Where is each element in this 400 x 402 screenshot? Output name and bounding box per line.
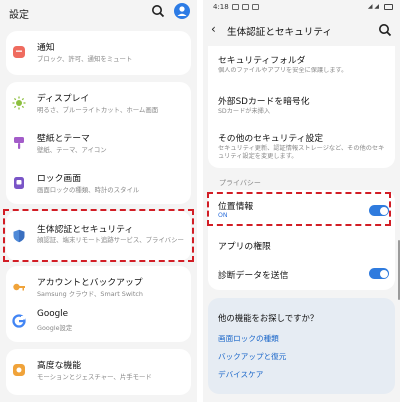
setting-secure-folder[interactable]: セキュリティフォルダ 個人のファイルやアプリを安全に保護します。	[208, 46, 395, 84]
item-subtitle: 壁紙、テーマ、アイコン	[37, 146, 107, 154]
page-title: 設定	[9, 10, 29, 21]
item-label: ディスプレイ	[37, 94, 90, 104]
highlight-frame	[3, 209, 194, 262]
setting-app-permissions[interactable]: アプリの権限	[208, 230, 395, 258]
gallery-icon	[242, 4, 249, 10]
google-icon	[12, 314, 26, 328]
link-backup-restore[interactable]: バックアップと復元	[218, 351, 286, 362]
diagnostics-toggle[interactable]	[369, 268, 389, 279]
settings-item-display[interactable]: ディスプレイ 明るさ、ブルーライトカット、ホーム画面	[6, 84, 191, 124]
item-subtitle: 個人のファイルやアプリを安全に保護します。	[218, 67, 348, 74]
brush-icon	[14, 137, 24, 149]
item-label: 外部SDカードを暗号化	[218, 97, 310, 107]
notification-icon	[232, 4, 239, 10]
item-label: 診断データを送信	[218, 271, 289, 281]
settings-item-notifications[interactable]: 通知 ブロック、許可、通知をミュート	[6, 33, 191, 73]
item-subtitle: Google設定	[37, 324, 73, 332]
suggestions-title: 他の機能をお探しですか？	[218, 313, 319, 323]
setting-other-security[interactable]: その他のセキュリティ設定 セキュリティ更新、認証情報ストレージなど、その他のセキ…	[208, 124, 395, 168]
highlight-frame	[207, 192, 391, 226]
search-icon[interactable]	[378, 23, 392, 37]
item-label: その他のセキュリティ設定	[218, 134, 324, 144]
lock-icon	[14, 177, 24, 189]
settings-top-bar: 設定	[0, 0, 197, 24]
card-accounts-group: アカウントとバックアップ Samsung クラウド、Smart Switch G…	[6, 266, 191, 342]
status-bar: 4:18 ◢ ◢	[203, 0, 400, 14]
image-icon	[252, 4, 259, 10]
settings-item-google[interactable]: Google Google設定	[6, 302, 191, 342]
item-label: 壁紙とテーマ	[37, 134, 90, 144]
setting-encrypt-sd[interactable]: 外部SDカードを暗号化 SDカードが未挿入	[208, 84, 395, 122]
item-label: ロック画面	[37, 174, 81, 184]
item-subtitle: セキュリティ更新、認証情報ストレージなど、その他のセキュリティ設定を変更します。	[218, 145, 385, 160]
card-notifications: 通知 ブロック、許可、通知をミュート	[6, 31, 191, 75]
item-subtitle: 画面ロックの種類、時計のスタイル	[37, 186, 140, 194]
back-arrow-icon[interactable]: ‹	[211, 22, 216, 36]
search-icon[interactable]	[151, 4, 165, 18]
item-subtitle: ブロック、許可、通知をミュート	[37, 55, 133, 63]
item-subtitle: Samsung クラウド、Smart Switch	[37, 290, 143, 298]
section-header-privacy: プライバシー	[219, 179, 261, 187]
item-subtitle: 明るさ、ブルーライトカット、ホーム画面	[37, 106, 159, 114]
card-security-options: セキュリティフォルダ 個人のファイルやアプリを安全に保護します。 外部SDカード…	[208, 46, 395, 168]
link-lock-screen-type[interactable]: 画面ロックの種類	[218, 333, 279, 344]
card-suggestions: 他の機能をお探しですか？ 画面ロックの種類 バックアップと復元 デバイスケア	[208, 298, 395, 394]
security-screen: 4:18 ◢ ◢ ‹ 生体認証とセキュリティ セキュリティフォルダ 個人のファイ…	[203, 0, 400, 402]
item-subtitle: モーションとジェスチャー、片手モード	[37, 373, 152, 381]
item-label: アプリの権限	[218, 242, 271, 252]
settings-item-lock-screen[interactable]: ロック画面 画面ロックの種類、時計のスタイル	[6, 164, 191, 204]
item-subtitle: SDカードが未挿入	[218, 108, 271, 115]
item-label: アカウントとバックアップ	[37, 278, 143, 288]
status-time: 4:18	[213, 3, 229, 11]
settings-screen: 設定 通知 ブロック、許可、通知をミュート ディスプレイ 明るさ、ブルーライトカ…	[0, 0, 197, 402]
item-label: 通知	[37, 43, 55, 53]
key-icon	[13, 283, 25, 291]
app-bar: ‹ 生体認証とセキュリティ	[203, 18, 400, 42]
settings-item-wallpaper[interactable]: 壁紙とテーマ 壁紙、テーマ、アイコン	[6, 124, 191, 164]
gear-icon	[13, 364, 25, 376]
setting-send-diagnostics[interactable]: 診断データを送信	[208, 260, 395, 288]
card-display-group: ディスプレイ 明るさ、ブルーライトカット、ホーム画面 壁紙とテーマ 壁紙、テーマ…	[6, 82, 191, 204]
sun-icon	[12, 96, 26, 110]
item-label: 高度な機能	[37, 361, 81, 371]
settings-item-advanced-features[interactable]: 高度な機能 モーションとジェスチャー、片手モード	[6, 351, 191, 391]
item-label: セキュリティフォルダ	[218, 56, 306, 66]
item-label: Google	[37, 309, 69, 319]
battery-icon	[384, 4, 393, 10]
bell-icon	[13, 46, 25, 58]
page-title: 生体認証とセキュリティ	[227, 27, 332, 38]
card-advanced: 高度な機能 モーションとジェスチャー、片手モード	[6, 349, 191, 395]
signal-icon: ◢ ◢	[367, 3, 379, 10]
link-device-care[interactable]: デバイスケア	[218, 369, 263, 380]
account-avatar-icon[interactable]	[174, 3, 190, 19]
